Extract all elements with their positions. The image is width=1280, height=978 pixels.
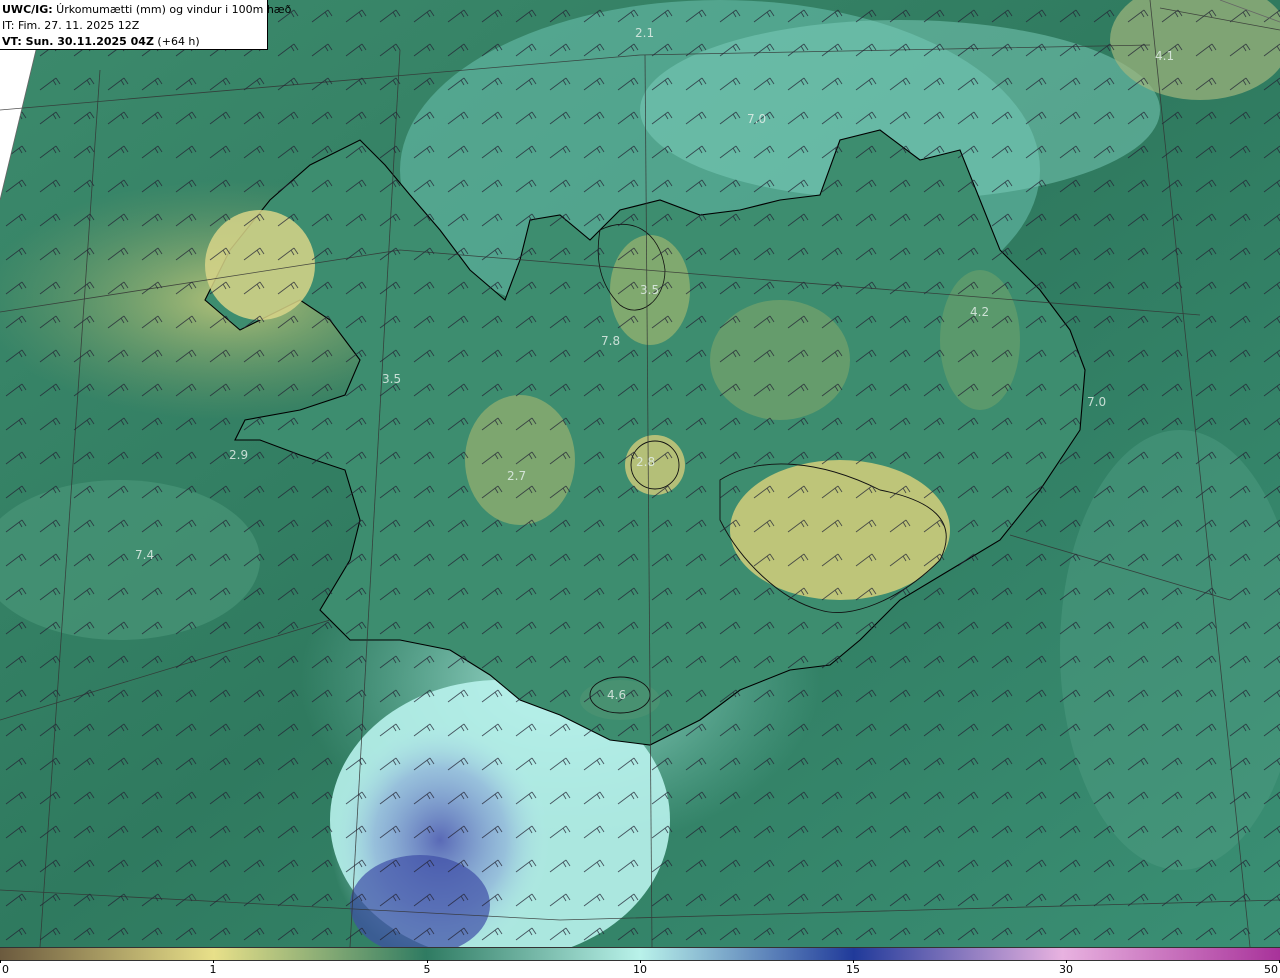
colorbar-tick-label: 5 bbox=[423, 963, 431, 976]
value-label: 7.8 bbox=[601, 334, 620, 348]
value-label: 2.7 bbox=[507, 469, 526, 483]
title-line: UWC/IG: Úrkomumætti (mm) og vindur i 100… bbox=[2, 2, 291, 18]
colorbar bbox=[0, 947, 1280, 961]
colorbar-tick-label: 1 bbox=[209, 963, 217, 976]
colorbar-tick-label: 50 bbox=[1264, 963, 1278, 976]
value-label: 4.1 bbox=[1155, 49, 1174, 63]
value-label: 2.1 bbox=[635, 26, 654, 40]
valid-time-line: VT: Sun. 30.11.2025 04Z (+64 h) bbox=[2, 34, 267, 50]
value-label: 2.8 bbox=[636, 455, 655, 469]
value-label: 7.0 bbox=[747, 112, 766, 126]
value-label: 4.6 bbox=[607, 688, 626, 702]
lead-time: (+64 h) bbox=[153, 35, 200, 48]
value-label: 2.9 bbox=[229, 448, 248, 462]
colorbar-tick-mark bbox=[0, 960, 1, 963]
value-label: 7.0 bbox=[1087, 395, 1106, 409]
value-label: 7.4 bbox=[135, 548, 154, 562]
value-label: 4.2 bbox=[970, 305, 989, 319]
initial-time: IT: Fim. 27. 11. 2025 12Z bbox=[2, 19, 140, 32]
colorbar-tick-label: 30 bbox=[1059, 963, 1073, 976]
colorbar-tick-label: 10 bbox=[633, 963, 647, 976]
valid-time: VT: Sun. 30.11.2025 04Z bbox=[2, 35, 154, 48]
colorbar-tick-label: 15 bbox=[846, 963, 860, 976]
forecast-map[interactable]: 2.1 4.1 7.0 3.5 4.2 7.8 3.5 7.0 2.9 2.8 … bbox=[0, 0, 1280, 947]
value-label: 3.5 bbox=[382, 372, 401, 386]
value-label: 3.5 bbox=[640, 283, 659, 297]
model-name: UWC/IG: bbox=[2, 3, 53, 16]
map-header: UWC/IG: Úrkomumætti (mm) og vindur i 100… bbox=[0, 0, 291, 50]
wind-barbs bbox=[0, 0, 1280, 947]
parameter-name: Úrkomumætti (mm) og vindur i 100m hæð bbox=[52, 3, 292, 16]
colorbar-labels: 0 1 5 10 15 30 50 bbox=[0, 960, 1280, 978]
colorbar-tick-label: 0 bbox=[2, 963, 9, 976]
